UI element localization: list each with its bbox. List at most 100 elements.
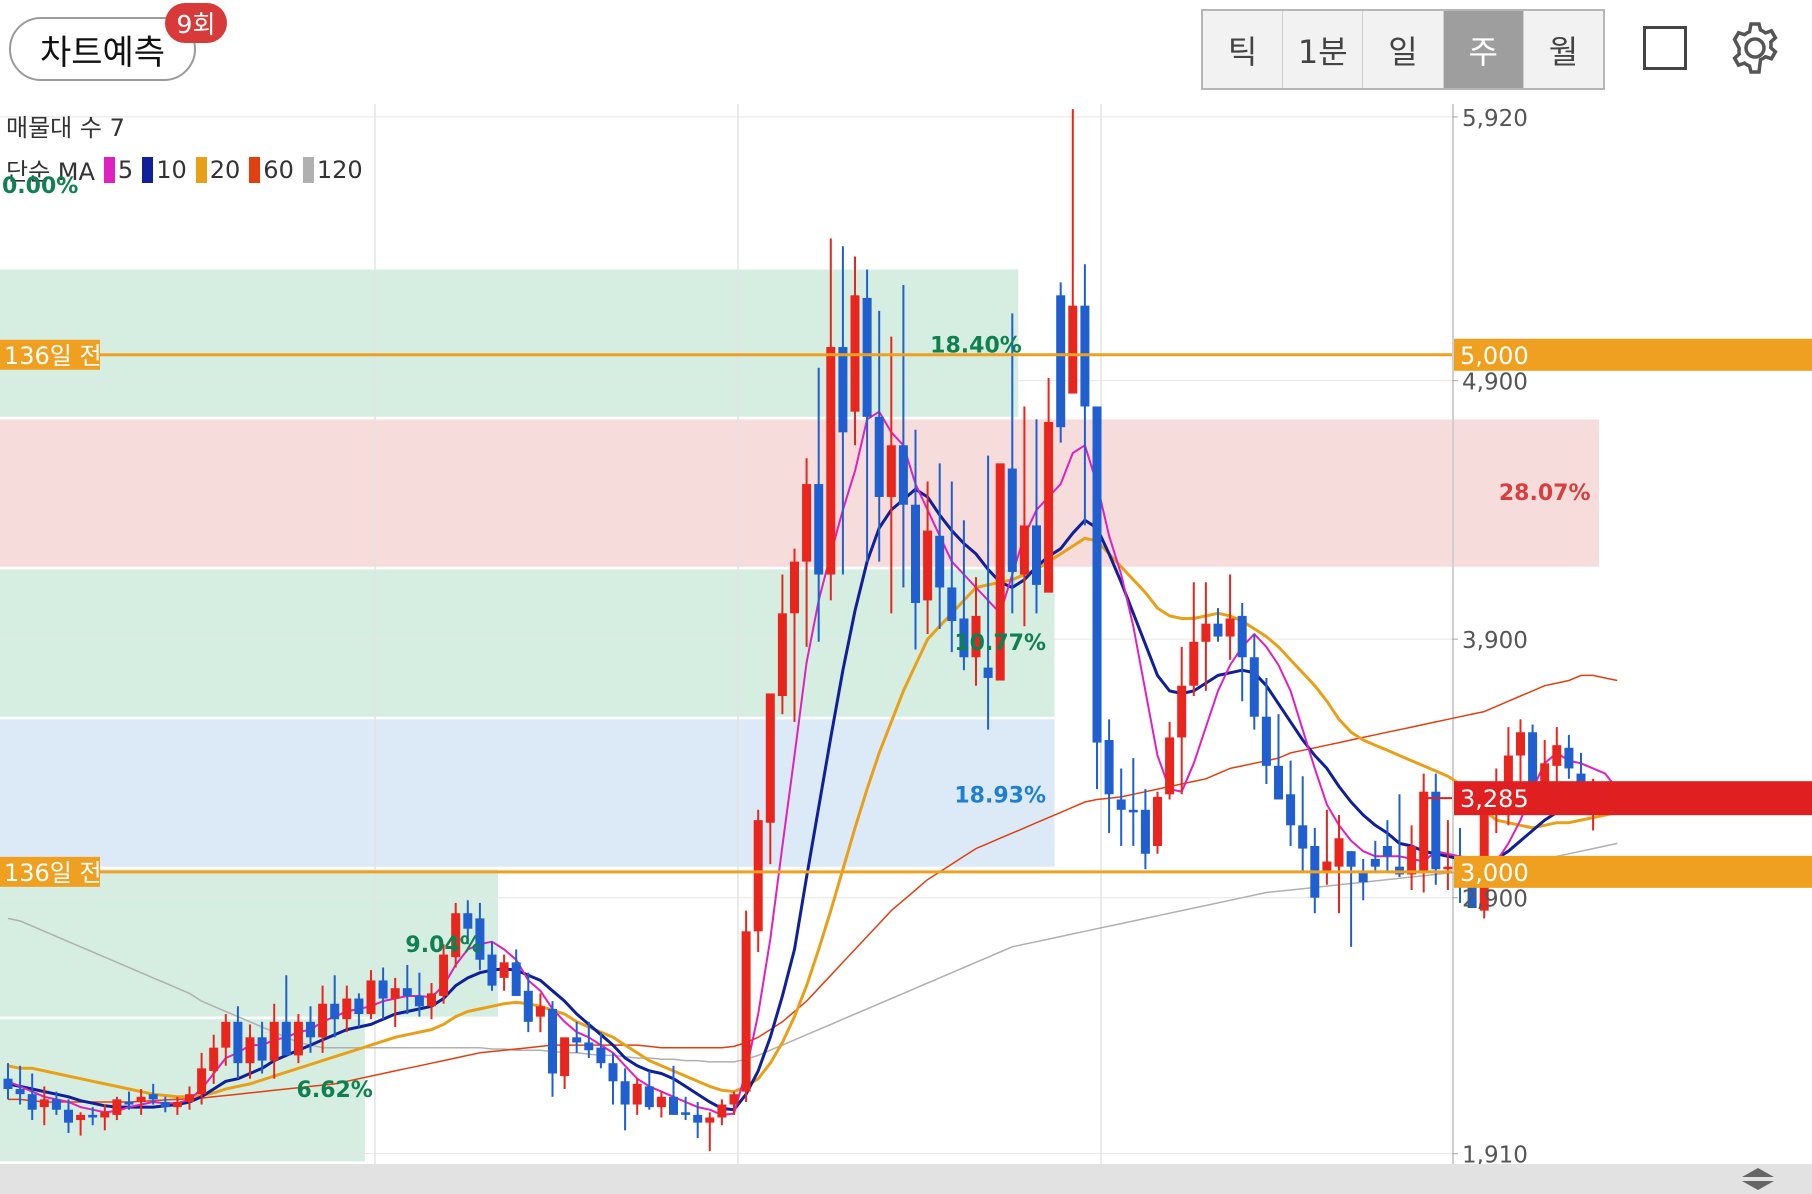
- fullscreen-toggle-icon[interactable]: [1643, 26, 1687, 70]
- period-tab-day[interactable]: 일: [1363, 11, 1444, 88]
- period-tab-month[interactable]: 월: [1524, 11, 1603, 88]
- x-axis-bar: [0, 1164, 1812, 1194]
- reference-line-label: 136일 전: [4, 859, 102, 887]
- reference-price-label: 5,000: [1460, 342, 1529, 370]
- candle-body: [1104, 740, 1114, 795]
- candle-body: [693, 1114, 703, 1123]
- reference-line-label: 136일 전: [4, 342, 102, 370]
- candle-body: [221, 1021, 231, 1048]
- volume-profile-label: 매물대 수 7: [6, 114, 125, 142]
- y-tick-label: 5,920: [1462, 106, 1528, 132]
- period-tab-1min[interactable]: 1분: [1283, 11, 1364, 88]
- candle-body: [814, 484, 824, 575]
- ma5-swatch: [103, 156, 115, 183]
- candle-body: [1358, 871, 1368, 883]
- candle-body: [1249, 657, 1259, 717]
- candle-body: [838, 347, 848, 433]
- chart-area[interactable]: 136일 전 5,000 136일 전 3,000 18.40% 28.07% 10.77%…: [0, 104, 1812, 1164]
- candle-body: [27, 1094, 37, 1110]
- candle-body: [511, 962, 521, 996]
- zone-percent-label: 10.77%: [954, 631, 1046, 656]
- period-tab-week[interactable]: 주: [1443, 11, 1524, 88]
- candlestick-chart[interactable]: 136일 전 5,000 136일 전 3,000 18.40% 28.07% 10.77%…: [0, 104, 1812, 1164]
- candle-body: [741, 931, 751, 1092]
- candle-body: [753, 820, 763, 932]
- candle-body: [681, 1112, 691, 1115]
- candle-body: [414, 995, 424, 1007]
- ma60-label: 60: [263, 155, 294, 184]
- candle-body: [1261, 716, 1271, 766]
- candle-body: [354, 998, 364, 1015]
- first-zone-percent: 0.00%: [2, 174, 79, 199]
- candle-body: [1370, 858, 1380, 867]
- scroll-handle-icon[interactable]: [1733, 1166, 1783, 1192]
- candle-body: [1298, 825, 1308, 849]
- y-tick-label: 2,900: [1462, 887, 1528, 913]
- zone-percent-label: 9.04%: [405, 933, 481, 958]
- candle-body: [487, 954, 497, 986]
- ma60-swatch: [249, 156, 261, 183]
- candle-body: [390, 988, 400, 999]
- candle-body: [1286, 794, 1296, 826]
- ma20-swatch: [195, 156, 207, 183]
- candle-body: [717, 1104, 727, 1118]
- candle-body: [100, 1112, 110, 1118]
- zone-percent-label: 6.62%: [297, 1078, 373, 1103]
- candle-body: [160, 1101, 170, 1108]
- candle-body: [342, 998, 352, 1020]
- candle-body: [3, 1078, 13, 1090]
- period-tab-tick[interactable]: 틱: [1203, 11, 1284, 88]
- candle-body: [790, 561, 799, 614]
- candle-body: [1177, 685, 1187, 738]
- candle-body: [463, 913, 473, 929]
- candle-body: [1407, 846, 1417, 875]
- candle-body: [632, 1083, 642, 1105]
- candle-body: [330, 1003, 340, 1020]
- candle-body: [947, 587, 957, 622]
- candle-body: [136, 1096, 146, 1102]
- candle-body: [1140, 809, 1150, 854]
- candle-body: [548, 1008, 557, 1074]
- candle-body: [76, 1114, 86, 1121]
- candle-body: [705, 1117, 715, 1123]
- candle-body: [39, 1099, 49, 1108]
- candle-body: [620, 1081, 630, 1105]
- volume-zone: [0, 569, 1055, 717]
- current-price-label: 3,285: [1460, 785, 1529, 813]
- candle-body: [499, 962, 509, 978]
- candle-body: [148, 1094, 158, 1100]
- candle-body: [765, 693, 775, 823]
- candle-body: [1007, 468, 1017, 572]
- candle-body: [1189, 641, 1199, 686]
- candle-body: [1237, 615, 1247, 658]
- gear-icon[interactable]: [1725, 18, 1785, 78]
- candle-body: [874, 416, 884, 497]
- candle-body: [802, 484, 812, 562]
- candle-body: [1165, 737, 1175, 795]
- candle-body: [608, 1063, 618, 1082]
- candle-body: [1334, 838, 1344, 867]
- candle-body: [1153, 796, 1162, 846]
- candle-body: [523, 990, 533, 1022]
- candle-body: [898, 445, 908, 505]
- predict-count-badge: 9회: [165, 3, 227, 43]
- candle-body: [1213, 623, 1223, 637]
- reference-price-label: 3,000: [1460, 859, 1529, 887]
- candle-body: [439, 954, 449, 996]
- candle-body: [112, 1099, 122, 1115]
- zone-percent-label: 28.07%: [1499, 481, 1591, 506]
- y-tick-label: 1,910: [1462, 1143, 1528, 1164]
- candle-body: [1032, 525, 1041, 585]
- candle-body: [1044, 422, 1054, 593]
- ma120-label: 120: [316, 155, 363, 184]
- chart-predict-label: 차트예측: [39, 32, 166, 73]
- candle-body: [51, 1099, 61, 1110]
- candle-body: [1552, 745, 1562, 766]
- ma5-label: 5: [117, 155, 134, 184]
- candle-body: [923, 530, 933, 601]
- candle-body: [378, 980, 388, 999]
- candle-body: [1516, 732, 1525, 756]
- candle-body: [572, 1037, 582, 1043]
- period-selector: 틱 1분 일 주 월: [1201, 9, 1605, 90]
- candle-body: [185, 1094, 194, 1102]
